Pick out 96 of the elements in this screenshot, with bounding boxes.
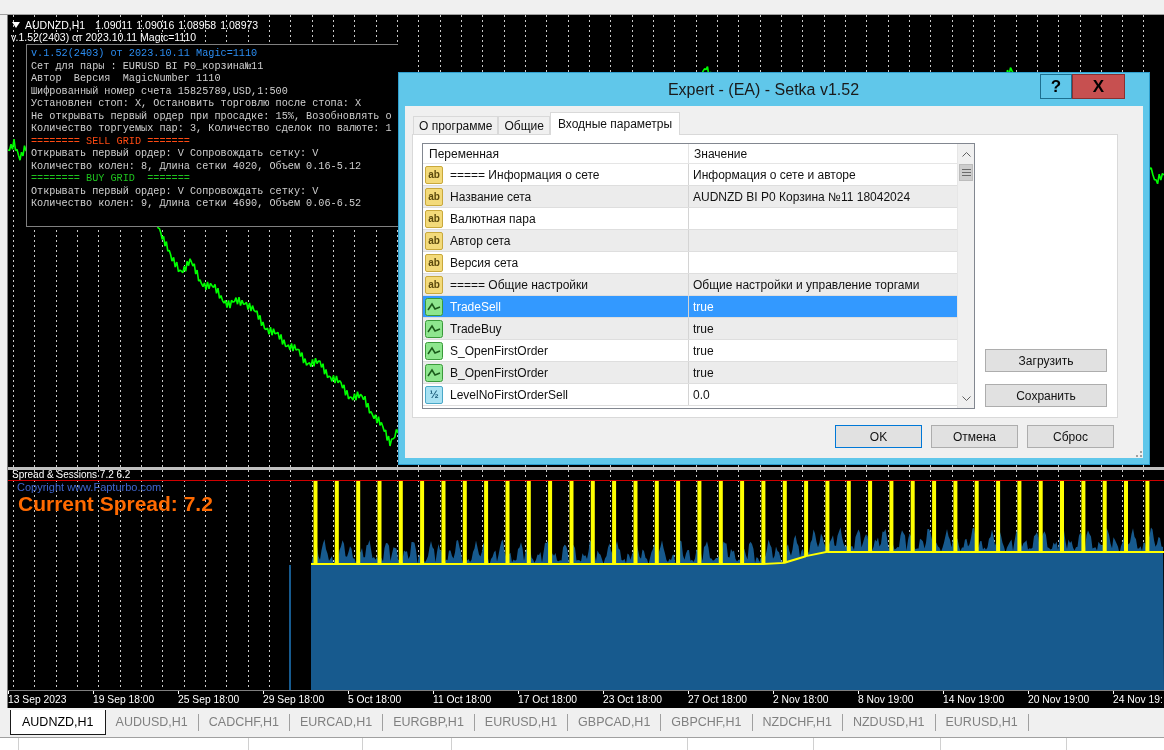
info-line: ======== SELL GRID ======= xyxy=(31,135,190,148)
table-row[interactable]: ab ===== Общие настройки Общие настройки и управление торгами xyxy=(423,274,957,296)
table-row[interactable]: ½ LevelNoFirstOrderSell 0.0 xyxy=(423,384,957,406)
time-label: 25 Sep 18:00 xyxy=(178,694,240,706)
table-row[interactable]: ab Валютная пара xyxy=(423,208,957,230)
info-line: Не открывать первый ордер при просадке: 15%, Возобновлять о xyxy=(31,110,392,123)
table-cell: Информация о сете и авторе xyxy=(693,166,856,183)
price-value: 1.09011 xyxy=(95,19,133,31)
table-cell: true xyxy=(693,364,714,381)
table-row[interactable]: ab ===== Информация о сете Информация о сете и авторе xyxy=(423,164,957,186)
info-line: Автор Версия MagicNumber 1110 xyxy=(31,73,221,85)
close-button[interactable]: X xyxy=(1072,74,1125,99)
info-line: ======== BUY GRID ======= xyxy=(31,173,190,186)
dialog-button[interactable]: Сброс xyxy=(1027,425,1114,448)
info-line: Открывать первый ордер: V Сопровождать сетку: V xyxy=(31,148,319,160)
time-label: 14 Nov 19:00 xyxy=(943,694,1005,706)
indicator-name: Spread & Sessions 7.2 6.2 xyxy=(12,470,131,480)
copyright-text: Copyright www.Fapturbo.com xyxy=(17,482,162,493)
time-label: 29 Sep 18:00 xyxy=(263,694,325,706)
table-cell: 0.0 xyxy=(693,386,710,403)
chart-tab[interactable]: NZDUSD,H1 xyxy=(842,710,935,735)
dialog-button[interactable]: OK xyxy=(835,425,922,448)
info-line: v.1.52(2403) от 2023.10.11 Magic=1110 xyxy=(31,48,258,61)
table-row[interactable]: S_OpenFirstOrder true xyxy=(423,340,957,362)
time-label: 5 Oct 18:00 xyxy=(348,694,402,706)
help-button[interactable]: ? xyxy=(1040,74,1072,99)
table-row[interactable]: B_OpenFirstOrder true xyxy=(423,362,957,384)
table-cell: ===== Общие настройки xyxy=(450,276,588,293)
chart-tab[interactable]: EURCAD,H1 xyxy=(289,710,383,735)
price-value: 1.09016 xyxy=(136,19,175,31)
chevron-up-icon xyxy=(961,151,971,157)
table-cell: S_OpenFirstOrder xyxy=(450,342,549,359)
type-tag: ab xyxy=(425,187,443,206)
type-tag: ab xyxy=(425,275,443,294)
info-line: Установлен стоп: X, Остановить торговлю после стопа: X xyxy=(31,98,362,110)
chart-tab[interactable]: GBPCAD,H1 xyxy=(568,710,661,735)
price-value: 1.08958 xyxy=(178,19,217,31)
table-cell: LevelNoFirstOrderSell xyxy=(450,386,569,403)
table-row[interactable]: ab Название сета AUDNZD BI P0 Корзина №11 18042024 xyxy=(423,186,957,208)
column-header: Переменная xyxy=(423,144,689,163)
grip-icon xyxy=(961,169,971,176)
chart-tab[interactable]: EURUSD,H1 xyxy=(474,710,568,735)
info-line: Открывать первый ордер: V Сопровождать сетку: V xyxy=(31,185,319,197)
dialog-tab[interactable]: Входные параметры xyxy=(549,112,681,135)
info-line: Сет для пары : EURUSD BI P0_корзина№11 xyxy=(31,60,264,73)
symbol-label: AUDNZD,H1 xyxy=(25,19,86,31)
table-cell: true xyxy=(693,342,714,359)
panel-button[interactable]: Загрузить xyxy=(985,349,1107,372)
table-cell: Версия сета xyxy=(450,254,519,271)
dialog-button[interactable]: Отмена xyxy=(931,425,1018,448)
table-cell: TradeBuy xyxy=(450,320,502,337)
time-label: 2 Nov 18:00 xyxy=(773,694,829,706)
time-label: 23 Oct 18:00 xyxy=(603,694,662,706)
current-spread-label: Current Spread: 7.2 xyxy=(18,493,213,515)
table-cell: ===== Информация о сете xyxy=(450,166,600,183)
panel-button[interactable]: Сохранить xyxy=(985,384,1107,407)
time-label: 13 Sep 2023 xyxy=(8,694,67,706)
info-line: Количество колен: 8, Длина сетки 4020, Объем 0.16-5.12 xyxy=(31,160,362,173)
time-label: 27 Oct 18:00 xyxy=(688,694,747,706)
type-tag: ab xyxy=(425,209,443,228)
table-row[interactable]: ab Версия сета xyxy=(423,252,957,274)
type-tag: ab xyxy=(425,231,443,250)
chart-tab[interactable]: CADCHF,H1 xyxy=(198,710,289,735)
type-tag: ab xyxy=(425,253,443,272)
table-cell: true xyxy=(693,298,714,315)
table-row[interactable]: ab Автор сета xyxy=(423,230,957,252)
ea-label: v.1.52(2403) от 2023.10.11 Magic=1110 xyxy=(11,31,197,43)
type-tag: ab xyxy=(425,165,443,184)
table-row[interactable]: TradeBuy true xyxy=(423,318,957,340)
time-label: 19 Sep 18:00 xyxy=(93,694,155,706)
price-value: 1.08973 xyxy=(220,19,259,31)
column-header: Значение xyxy=(693,146,749,163)
chart-tab[interactable]: AUDNZD,H1 xyxy=(10,710,106,735)
time-label: 20 Nov 19:00 xyxy=(1028,694,1090,706)
chart-tab[interactable]: EURGBP,H1 xyxy=(383,710,474,735)
table-cell: TradeSell xyxy=(450,298,501,315)
table-cell: Валютная пара xyxy=(450,210,536,227)
time-label: 24 Nov 19: xyxy=(1113,694,1163,706)
table-cell: Название сета xyxy=(450,188,532,205)
info-line: Шифрованный номер счета 15825789,USD,1:500 xyxy=(31,85,288,98)
time-label: 17 Oct 18:00 xyxy=(518,694,577,706)
resize-grip-icon[interactable] xyxy=(1135,450,1142,457)
table-cell: Общие настройки и управление торгами xyxy=(693,276,920,293)
dialog-title: Expert - (EA) - Setka v1.52 xyxy=(667,79,860,100)
table-cell: AUDNZD BI P0 Корзина №11 18042024 xyxy=(693,188,911,205)
scroll-thumb[interactable] xyxy=(959,164,973,181)
table-cell: B_OpenFirstOrder xyxy=(450,364,549,381)
type-tag: ½ xyxy=(425,385,443,404)
info-line: Количество торгуемых пар: 3, Количество сделок по валюте: 1 xyxy=(31,123,392,136)
time-label: 8 Nov 19:00 xyxy=(858,694,914,706)
time-label: 11 Oct 18:00 xyxy=(433,694,492,706)
table-cell: true xyxy=(693,320,714,337)
triangle-icon[interactable] xyxy=(12,22,20,28)
info-line: Количество колен: 9, Длина сетки 4690, Объем 0.06-6.52 xyxy=(31,198,362,211)
chevron-down-icon xyxy=(961,395,971,401)
table-cell: Автор сета xyxy=(450,232,511,249)
